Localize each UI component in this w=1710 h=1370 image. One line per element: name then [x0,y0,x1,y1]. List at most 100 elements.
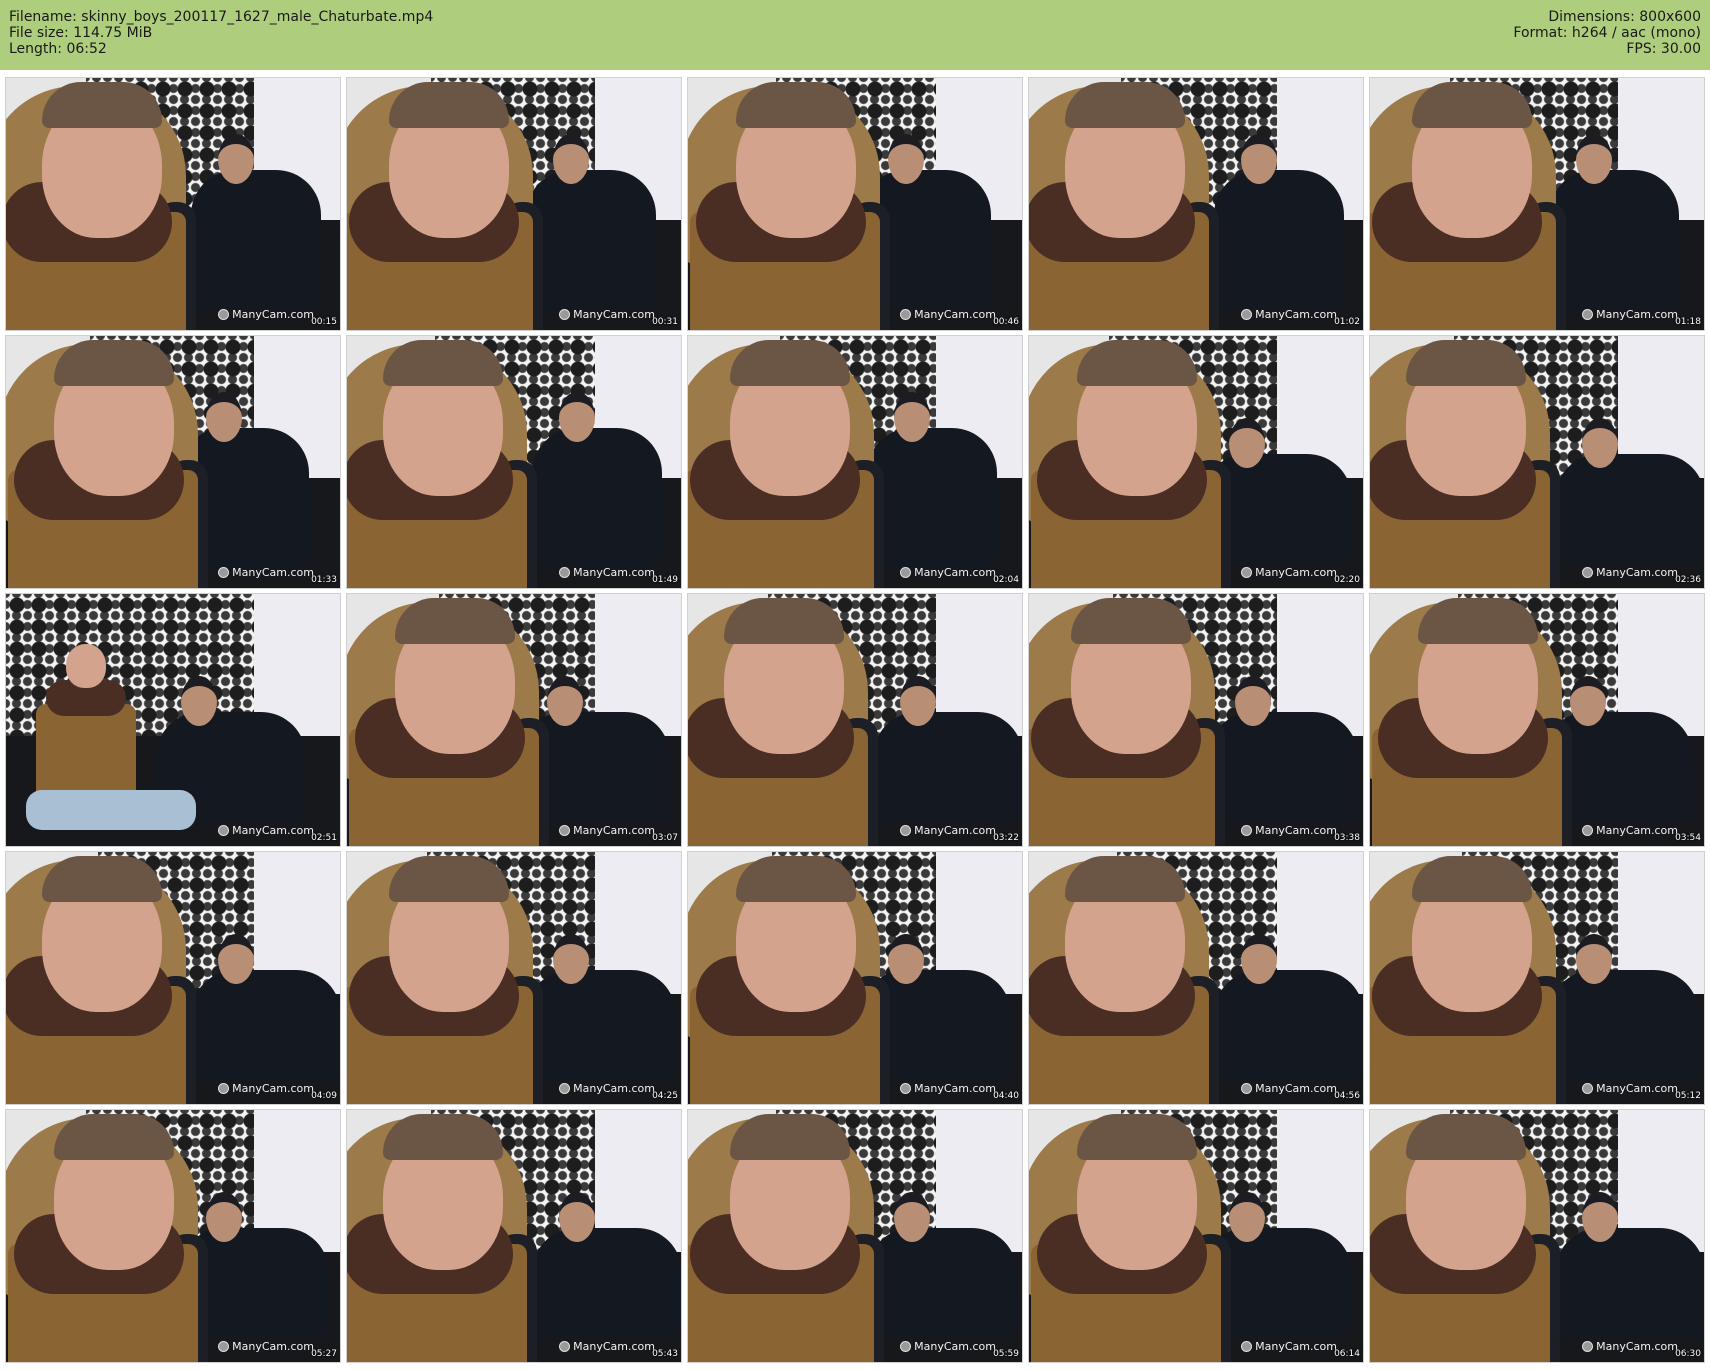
second-person-head [218,934,254,984]
fps-line: FPS: 30.00 [1626,41,1701,57]
first-person-hair [736,82,856,128]
video-thumbnail: ManyCam.com 03:54 [1369,593,1705,847]
filename-line: Filename: skinny_boys_200117_1627_male_C… [9,9,434,25]
manycam-logo-icon [218,1341,230,1352]
manycam-logo-icon [1241,309,1253,320]
thumbnail-timestamp: 00:31 [652,317,678,327]
manycam-watermark: ManyCam.com [1241,1082,1337,1095]
file-info: Filename: skinny_boys_200117_1627_male_C… [9,9,433,57]
manycam-logo-icon [1241,825,1253,836]
manycam-logo-icon [1582,825,1594,836]
second-person [873,712,1022,822]
video-thumbnail: ManyCam.com 06:30 [1369,1109,1705,1363]
first-person-hair [54,1114,174,1160]
dimensions-line: Dimensions: 800x600 [1548,9,1701,25]
manycam-logo-icon [559,1341,571,1352]
thumbnail-timestamp: 04:56 [1334,1091,1360,1101]
second-person-head [1576,134,1612,184]
second-person [1549,170,1679,310]
video-thumbnail: ManyCam.com 05:43 [346,1109,682,1363]
second-person-head [559,1192,595,1242]
second-person-head [218,134,254,184]
second-person-head [1241,134,1277,184]
first-person-hair [1077,1114,1197,1160]
second-person-head [1570,676,1606,726]
watermark-text: ManyCam.com [914,824,996,837]
second-person-head [888,934,924,984]
second-person [532,428,662,568]
thumbnail-timestamp: 01:18 [1675,317,1701,327]
video-thumbnail: ManyCam.com 02:51 [5,593,341,847]
video-thumbnail: ManyCam.com 01:02 [1028,77,1364,331]
thumbnail-timestamp: 05:43 [652,1349,678,1359]
manycam-watermark: ManyCam.com [900,824,996,837]
first-person-hair [724,598,844,644]
manycam-logo-icon [559,309,571,320]
manycam-logo-icon [1241,1083,1253,1094]
manycam-logo-icon [218,309,230,320]
video-thumbnail: ManyCam.com 04:40 [687,851,1023,1105]
thumbnail-timestamp: 00:15 [311,317,337,327]
filesize-line: File size: 114.75 MiB [9,25,153,41]
first-person-hair [1077,340,1197,386]
watermark-text: ManyCam.com [232,1340,314,1353]
video-thumbnail: ManyCam.com 06:14 [1028,1109,1364,1363]
thumbnail-timestamp: 03:38 [1334,833,1360,843]
thumbnail-timestamp: 04:25 [652,1091,678,1101]
second-person-head [1229,418,1265,468]
manycam-logo-icon [1582,309,1594,320]
manycam-logo-icon [559,567,571,578]
manycam-logo-icon [1241,1341,1253,1352]
first-person-hair [389,856,509,902]
second-person [1555,1228,1704,1338]
thumbnail-timestamp: 00:46 [993,317,1019,327]
manycam-logo-icon [218,825,230,836]
video-thumbnail: ManyCam.com 00:46 [687,77,1023,331]
first-person-hair [1412,856,1532,902]
first-person-hair [730,1114,850,1160]
info-header: Filename: skinny_boys_200117_1627_male_C… [0,0,1710,70]
thumbnail-timestamp: 05:27 [311,1349,337,1359]
video-thumbnail: ManyCam.com 05:12 [1369,851,1705,1105]
second-person-head [559,392,595,442]
second-person-head [553,134,589,184]
second-person-head [547,676,583,726]
thumbnail-timestamp: 02:36 [1675,575,1701,585]
video-thumbnail: ManyCam.com 05:27 [5,1109,341,1363]
jeans [26,790,196,830]
watermark-text: ManyCam.com [573,824,655,837]
watermark-text: ManyCam.com [1596,566,1678,579]
first-person-hair [395,598,515,644]
manycam-watermark: ManyCam.com [900,1082,996,1095]
second-person [526,170,656,310]
watermark-text: ManyCam.com [1255,1340,1337,1353]
manycam-watermark: ManyCam.com [1241,566,1337,579]
thumbnail-timestamp: 01:49 [652,575,678,585]
video-thumbnail: ManyCam.com 03:22 [687,593,1023,847]
first-person-hair [389,82,509,128]
first-person-hair [54,340,174,386]
second-person [1549,970,1699,1080]
manycam-watermark: ManyCam.com [900,308,996,321]
thumbnail-timestamp: 03:54 [1675,833,1701,843]
second-person [526,970,676,1080]
second-person-head [894,392,930,442]
watermark-text: ManyCam.com [1255,566,1337,579]
manycam-logo-icon [1582,567,1594,578]
manycam-logo-icon [218,1083,230,1094]
second-person [191,170,321,310]
manycam-logo-icon [900,567,912,578]
manycam-logo-icon [218,567,230,578]
manycam-watermark: ManyCam.com [1241,308,1337,321]
first-person-coat [36,704,136,794]
manycam-watermark: ManyCam.com [559,1082,655,1095]
second-person-head [1582,418,1618,468]
thumbnail-timestamp: 01:33 [311,575,337,585]
second-person-head [1582,1192,1618,1242]
watermark-text: ManyCam.com [1596,1340,1678,1353]
thumbnail-timestamp: 02:51 [311,833,337,843]
first-person-hair [1065,82,1185,128]
watermark-text: ManyCam.com [232,824,314,837]
second-person-head [181,676,217,726]
video-thumbnail: ManyCam.com 01:49 [346,335,682,589]
